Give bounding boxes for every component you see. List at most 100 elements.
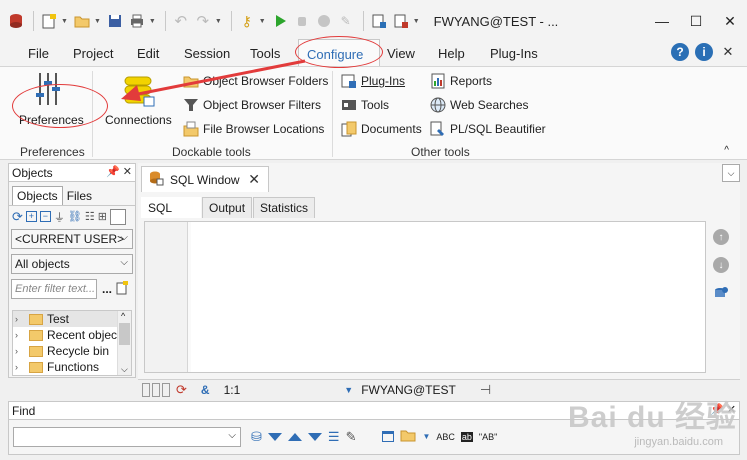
- remove-icon[interactable]: −: [39, 211, 51, 222]
- ribbon-collapse-icon[interactable]: ^: [724, 145, 729, 156]
- menu-file[interactable]: File: [28, 46, 49, 61]
- tree-scrollbar[interactable]: ^ ⌵: [117, 311, 131, 375]
- options-box-icon[interactable]: [109, 208, 126, 225]
- tab-output[interactable]: Output: [202, 197, 253, 218]
- scroll-down-icon[interactable]: ⌵: [121, 364, 128, 375]
- find-next-icon[interactable]: [267, 432, 282, 441]
- scroll-up-icon[interactable]: ^: [121, 311, 125, 321]
- find-previous-icon[interactable]: [287, 432, 302, 441]
- rollback-icon[interactable]: [391, 11, 411, 31]
- sql-editor[interactable]: [144, 221, 706, 373]
- scroll-thumb[interactable]: [119, 323, 130, 345]
- tab-objects[interactable]: Objects: [12, 186, 63, 205]
- print-icon[interactable]: [127, 11, 147, 31]
- add-icon[interactable]: +: [25, 211, 37, 222]
- filter-input[interactable]: Enter filter text...: [11, 279, 97, 299]
- chevron-down-icon[interactable]: ⌵: [228, 430, 236, 441]
- close-icon[interactable]: ✕: [713, 0, 747, 42]
- rollback-dropdown-icon[interactable]: ▼: [413, 18, 420, 25]
- close-tab-icon[interactable]: ✕: [248, 171, 260, 188]
- tree-item-functions[interactable]: › Functions: [13, 359, 131, 375]
- undo-icon[interactable]: ↶: [171, 11, 191, 31]
- new-dropdown-icon[interactable]: ▼: [61, 18, 68, 25]
- pin-icon[interactable]: ⊣: [480, 382, 491, 398]
- object-type-combo[interactable]: All objects ⌵: [11, 254, 133, 274]
- commit-icon[interactable]: [369, 11, 389, 31]
- window-icon[interactable]: [382, 431, 395, 442]
- browser-icon[interactable]: ⊞: [98, 210, 107, 223]
- window-controls: — ☐ ✕: [645, 0, 747, 42]
- clear-icon[interactable]: ✎: [336, 11, 356, 31]
- reports-button[interactable]: Reports: [430, 73, 492, 89]
- open-dropdown-icon[interactable]: ▼: [94, 18, 101, 25]
- exact-phrase-toggle[interactable]: "AB": [479, 432, 497, 442]
- status-refresh-icon[interactable]: ⟳: [176, 382, 187, 398]
- documents-button[interactable]: Documents: [341, 121, 422, 137]
- ribbon-close-icon[interactable]: ✕: [719, 43, 737, 61]
- filter-icon[interactable]: ⏚: [54, 209, 65, 225]
- document-list-dropdown-icon[interactable]: ⌵: [722, 164, 740, 182]
- folder-dropdown-icon[interactable]: ▼: [422, 432, 430, 441]
- help-icon[interactable]: ?: [671, 43, 689, 61]
- open-icon[interactable]: [72, 11, 92, 31]
- favorites-icon[interactable]: ☷: [85, 210, 95, 223]
- tools-button[interactable]: Tools: [341, 97, 389, 113]
- redo-icon[interactable]: ↷: [193, 11, 213, 31]
- menu-project[interactable]: Project: [73, 46, 113, 61]
- connection-label[interactable]: FWYANG@TEST: [361, 383, 456, 397]
- move-up-icon[interactable]: ↑: [713, 229, 729, 245]
- panel-close-icon[interactable]: ✕: [123, 166, 132, 178]
- minimize-icon[interactable]: —: [645, 0, 679, 42]
- print-dropdown-icon[interactable]: ▼: [149, 18, 156, 25]
- key-icon[interactable]: ⚷: [237, 11, 257, 31]
- tab-files[interactable]: Files: [63, 187, 96, 205]
- find-input[interactable]: ⌵: [13, 427, 241, 447]
- menu-plugins[interactable]: Plug-Ins: [490, 46, 538, 61]
- tools-icon: [341, 97, 357, 113]
- folder-icon[interactable]: [400, 428, 416, 445]
- new-filter-icon[interactable]: [116, 280, 129, 298]
- maximize-icon[interactable]: ☐: [679, 0, 713, 42]
- find-objects-icon[interactable]: ⛓: [68, 210, 82, 223]
- filter-row: Enter filter text... ...: [9, 279, 135, 299]
- web-searches-button[interactable]: Web Searches: [430, 97, 529, 113]
- find-all-icon[interactable]: [307, 432, 322, 441]
- tree-item-recent-objects[interactable]: › Recent objects: [13, 327, 131, 343]
- key-dropdown-icon[interactable]: ▼: [259, 18, 266, 25]
- connection-dropdown-icon[interactable]: ▼: [344, 385, 353, 395]
- file-browser-locations-button[interactable]: File Browser Locations: [183, 121, 324, 137]
- tree-item-test[interactable]: › Test: [13, 311, 131, 327]
- execute-icon[interactable]: [270, 11, 290, 31]
- plugins-button[interactable]: Plug-Ins: [341, 73, 405, 89]
- plsql-beautifier-button[interactable]: PL/SQL Beautifier: [430, 121, 546, 137]
- tab-sql[interactable]: SQL: [141, 197, 202, 218]
- binoculars-icon[interactable]: ⛁: [251, 429, 262, 445]
- refresh-icon[interactable]: ⟳: [12, 209, 23, 225]
- more-button[interactable]: ...: [102, 282, 112, 296]
- whole-word-icon[interactable]: ab: [460, 431, 473, 442]
- info-icon[interactable]: i: [695, 43, 713, 61]
- current-user-combo[interactable]: <CURRENT USER> ⌵: [11, 229, 133, 249]
- menu-help[interactable]: Help: [438, 46, 465, 61]
- database-info-icon[interactable]: [713, 285, 729, 301]
- stop-icon[interactable]: [314, 11, 334, 31]
- chevron-down-icon: ⌵: [120, 257, 128, 268]
- pin-icon[interactable]: 📌: [106, 166, 120, 178]
- match-case-toggle[interactable]: ABC: [436, 432, 455, 442]
- break-icon[interactable]: [292, 11, 312, 31]
- undo-dropdown-icon[interactable]: ▼: [215, 18, 222, 25]
- objects-panel-tabs: Objects Files: [9, 185, 135, 205]
- menu-view[interactable]: View: [387, 46, 415, 61]
- eraser-icon[interactable]: ✎: [346, 429, 357, 445]
- save-icon[interactable]: [105, 11, 125, 31]
- list-icon[interactable]: ☰: [328, 429, 340, 445]
- tab-statistics[interactable]: Statistics: [253, 197, 316, 218]
- tree-item-recycle-bin[interactable]: › Recycle bin: [13, 343, 131, 359]
- expand-icon[interactable]: ›: [15, 330, 25, 340]
- move-down-icon[interactable]: ↓: [713, 257, 729, 273]
- expand-icon[interactable]: ›: [15, 314, 25, 324]
- new-icon[interactable]: [39, 11, 59, 31]
- expand-icon[interactable]: ›: [15, 362, 25, 372]
- sql-window-tab[interactable]: SQL Window ✕: [141, 166, 269, 192]
- expand-icon[interactable]: ›: [15, 346, 25, 356]
